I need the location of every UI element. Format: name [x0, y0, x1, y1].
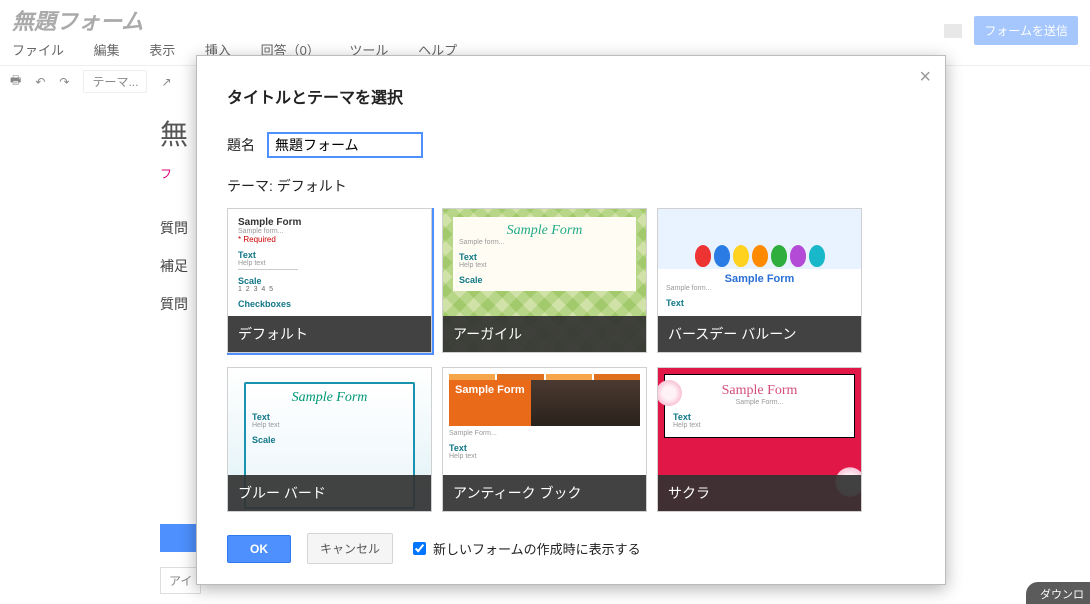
themes-grid: Sample Form Sample form... * Required Te… [227, 208, 915, 512]
theme-card-sakura[interactable]: Sample Form Sample Form... Text Help tex… [657, 367, 862, 512]
theme-card-argyle[interactable]: Sample Form Sample form... Text Help tex… [442, 208, 647, 353]
theme-name-antiquebook: アンティーク ブック [443, 475, 646, 511]
theme-name-balloons: バースデー バルーン [658, 316, 861, 352]
download-pill[interactable]: ダウンロ [1026, 582, 1090, 604]
dialog-title: タイトルとテーマを選択 [227, 84, 915, 108]
current-theme-label: テーマ: デフォルト [227, 176, 915, 196]
title-field-label: 題名 [227, 135, 267, 155]
theme-name-bluebird: ブルー バード [228, 475, 431, 511]
show-on-create-checkbox-input[interactable] [413, 542, 426, 555]
theme-card-bluebird[interactable]: Sample Form Text Help text Scale ブルー バード [227, 367, 432, 512]
form-title-input[interactable] [267, 132, 423, 158]
theme-name-default: デフォルト [228, 316, 431, 352]
ok-button[interactable]: OK [227, 535, 291, 563]
theme-card-antiquebook[interactable]: Sample Form Sample Form... Text Help tex… [442, 367, 647, 512]
show-on-create-checkbox[interactable]: 新しいフォームの作成時に表示する [409, 539, 641, 558]
theme-name-sakura: サクラ [658, 475, 861, 511]
theme-card-default[interactable]: Sample Form Sample form... * Required Te… [227, 208, 432, 353]
theme-card-balloons[interactable]: Sample Form Sample form... Text バースデー バル… [657, 208, 862, 353]
theme-name-argyle: アーガイル [443, 316, 646, 352]
dialog-footer: OK キャンセル 新しいフォームの作成時に表示する [197, 523, 945, 584]
cancel-button[interactable]: キャンセル [307, 533, 393, 564]
theme-dialog: × タイトルとテーマを選択 題名 テーマ: デフォルト Sample Form … [196, 55, 946, 585]
close-icon[interactable]: × [919, 66, 931, 89]
